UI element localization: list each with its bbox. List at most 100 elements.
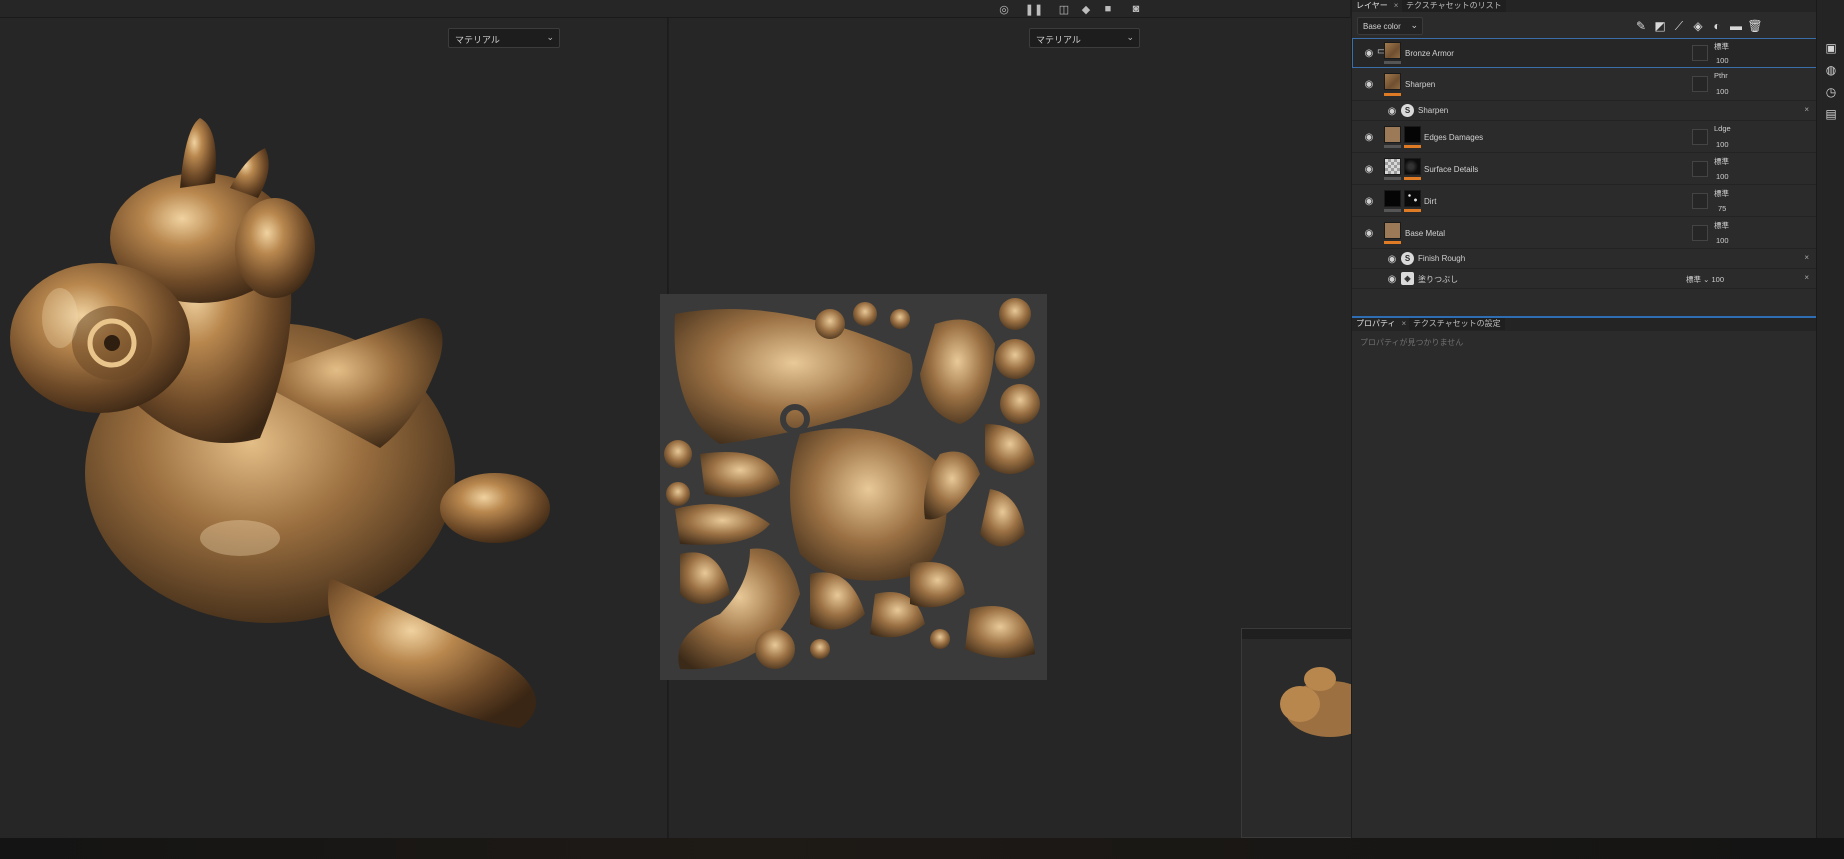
layer-row-base-metal[interactable]: ◉ Base Metal 標準 100 (1352, 217, 1817, 249)
tab-layers-label: レイヤー (1356, 1, 1388, 10)
layer-name: Sharpen (1405, 80, 1436, 89)
pause-icon[interactable]: ❚❚ (1025, 1, 1043, 17)
blend-mode[interactable]: 標準 (1714, 41, 1729, 52)
effect-row-finish-rough[interactable]: ◉ S Finish Rough × (1352, 249, 1817, 269)
tab-texture-set-list-label: テクスチャセットのリスト (1406, 1, 1502, 10)
layer-mask-thumbnail (1404, 126, 1421, 143)
opacity-value[interactable]: 100 (1716, 236, 1729, 245)
layer-mask-bar (1384, 177, 1401, 180)
tab-texture-set-settings-label: テクスチャセットの設定 (1413, 319, 1501, 328)
tab-properties-label: プロパティ (1356, 319, 1396, 328)
layer-row-surface-details[interactable]: ◉ Surface Details 標準 100 (1352, 153, 1817, 185)
layer-row-dirt[interactable]: ◉ Dirt 標準 75 (1352, 185, 1817, 217)
layer-accent-bar (1404, 145, 1421, 148)
layers-panel: レイヤー × テクスチャセットのリスト Base color ⌄ ✎ ◩ ⟋ ◈ … (1351, 0, 1817, 838)
eye-icon[interactable]: ◉ (1362, 46, 1376, 60)
globe-icon[interactable]: ◍ (1823, 62, 1839, 78)
fill-bucket-icon[interactable]: ◈ (1690, 18, 1706, 34)
effect-name: Sharpen (1418, 106, 1449, 115)
split-view-icon[interactable]: ◫ (1056, 1, 1072, 17)
blend-mode[interactable]: Pthr (1714, 71, 1728, 80)
blend-mode[interactable]: 標準 (1714, 188, 1729, 199)
cube-icon[interactable]: ◆ (1078, 1, 1094, 17)
channel-select[interactable]: Base color ⌄ (1357, 17, 1423, 35)
camera-view-icon[interactable]: ■ (1100, 1, 1116, 17)
viewport-toolbar: ◎ ❚❚ ◫ ◆ ■ ◙ (0, 0, 1350, 18)
brush-icon[interactable]: ⟋ (1671, 18, 1687, 34)
layer-row-sharpen[interactable]: ◉ Sharpen Pthr 100 (1352, 68, 1817, 101)
eye-icon[interactable]: ◉ (1362, 162, 1376, 176)
layer-mask-thumbnail (1404, 158, 1421, 175)
viewport-2d-material-select[interactable]: マテリアル ⌄ (1029, 28, 1140, 48)
layer-name: Base Metal (1405, 229, 1446, 238)
effect-blend[interactable]: 標準 ⌄ 100 (1686, 274, 1724, 285)
uv-texture-map (660, 294, 1047, 680)
opacity-value[interactable]: 100 (1716, 172, 1729, 181)
layer-row-bronze-armor[interactable]: ◉ ▭ Bronze Armor 標準 100 (1352, 38, 1817, 68)
blend-swatch[interactable] (1692, 45, 1708, 61)
tab-properties[interactable]: プロパティ × (1352, 318, 1410, 330)
close-icon[interactable]: × (1804, 253, 1809, 262)
layer-name: Surface Details (1424, 165, 1479, 174)
effect-opacity: 100 (1711, 275, 1724, 284)
blend-mode[interactable]: 標準 (1714, 156, 1729, 167)
blend-swatch[interactable] (1692, 193, 1708, 209)
layer-mask-bar (1384, 61, 1401, 64)
mask-icon[interactable]: ◩ (1652, 18, 1668, 34)
panel-tabs: レイヤー × テクスチャセットのリスト (1352, 0, 1817, 12)
eye-icon[interactable]: ◉ (1362, 77, 1376, 91)
blend-swatch[interactable] (1692, 129, 1708, 145)
layer-accent-bar (1404, 177, 1421, 180)
folder-icon[interactable]: ▬ (1728, 18, 1744, 34)
opacity-value[interactable]: 100 (1716, 56, 1729, 65)
layer-row-edges-damages[interactable]: ◉ Edges Damages Ldge 100 (1352, 121, 1817, 153)
close-icon[interactable]: × (1804, 273, 1809, 282)
blend-swatch[interactable] (1692, 76, 1708, 92)
trash-icon[interactable]: 🗑 (1747, 18, 1763, 34)
filter-icon: S (1401, 104, 1414, 117)
eye-icon[interactable]: ◉ (1362, 194, 1376, 208)
smart-material-icon[interactable]: ◐ (1709, 18, 1725, 34)
layer-thumbnail (1384, 73, 1401, 90)
layer-thumbnail (1384, 190, 1401, 207)
log-icon[interactable]: ▤ (1823, 106, 1839, 122)
effect-name: Finish Rough (1418, 254, 1466, 263)
screenshot-icon[interactable]: ◙ (1128, 1, 1144, 17)
effect-row-sharpen[interactable]: ◉ S Sharpen × (1352, 101, 1817, 121)
layer-name: Dirt (1424, 197, 1437, 206)
opacity-value[interactable]: 100 (1716, 140, 1729, 149)
tab-texture-set-list[interactable]: テクスチャセットのリスト (1402, 0, 1506, 12)
eye-icon[interactable]: ◉ (1362, 130, 1376, 144)
display-settings-icon[interactable]: ▣ (1823, 40, 1839, 56)
effect-blend-mode: 標準 (1686, 275, 1701, 284)
viewport-3d[interactable]: マテリアル ⌄ (0, 18, 668, 838)
opacity-value[interactable]: 75 (1718, 204, 1726, 213)
close-icon[interactable]: × (1394, 1, 1399, 10)
right-sidebar: ▣ ◍ ◷ ▤ (1816, 0, 1844, 838)
layer-accent-bar (1384, 241, 1401, 244)
layer-mask-bar (1384, 145, 1401, 148)
hide-icon[interactable]: ◎ (996, 1, 1012, 17)
layer-accent-bar (1404, 209, 1421, 212)
opacity-value[interactable]: 100 (1716, 87, 1729, 96)
layer-mask-thumbnail (1404, 190, 1421, 207)
blend-swatch[interactable] (1692, 225, 1708, 241)
effect-name: 塗りつぶし (1418, 275, 1459, 284)
eye-icon[interactable]: ◉ (1385, 272, 1399, 286)
tab-layers[interactable]: レイヤー × (1352, 0, 1402, 12)
paint-tool-icon[interactable]: ✎ (1633, 18, 1649, 34)
blend-swatch[interactable] (1692, 161, 1708, 177)
fill-icon: ◈ (1401, 272, 1414, 285)
close-icon[interactable]: × (1402, 319, 1407, 328)
layer-thumbnail (1384, 42, 1401, 59)
blend-mode[interactable]: Ldge (1714, 124, 1731, 133)
blend-mode[interactable]: 標準 (1714, 220, 1729, 231)
chevron-down-icon: ⌄ (1703, 275, 1710, 284)
eye-icon[interactable]: ◉ (1385, 252, 1399, 266)
tab-texture-set-settings[interactable]: テクスチャセットの設定 (1409, 318, 1505, 330)
eye-icon[interactable]: ◉ (1385, 104, 1399, 118)
close-icon[interactable]: × (1804, 105, 1809, 114)
history-icon[interactable]: ◷ (1823, 84, 1839, 100)
effect-row-fill[interactable]: ◉ ◈ 塗りつぶし 標準 ⌄ 100 × (1352, 269, 1817, 289)
eye-icon[interactable]: ◉ (1362, 226, 1376, 240)
